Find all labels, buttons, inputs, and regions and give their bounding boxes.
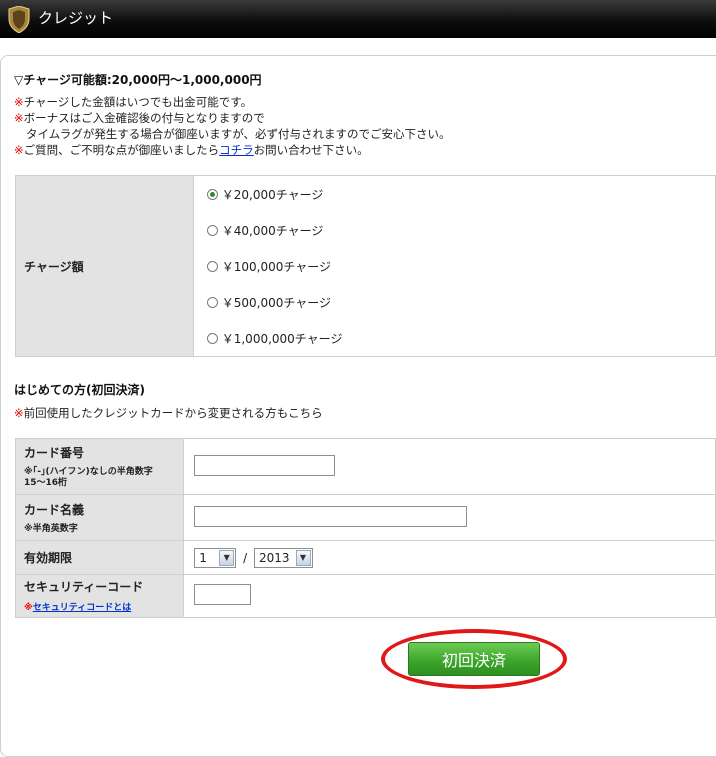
option-label: ￥20,000チャージ (221, 187, 324, 202)
card-number-hint: ※｢-｣(ハイフン)なしの半角数字 (24, 467, 153, 477)
charge-table: チャージ額 ￥20,000チャージ ￥40,000チャージ ￥100,000チャ… (15, 175, 716, 357)
first-payment-heading: はじめての方(初回決済) (14, 383, 145, 397)
card-name-label: カード名義 (24, 502, 85, 517)
charge-notes: ※チャージした金額はいつでも出金可能です。 ※ボーナスはご入金確認後の付与となり… (14, 94, 450, 158)
chevron-down-icon[interactable]: ▼ (219, 549, 235, 566)
radio-button[interactable] (206, 224, 218, 236)
radio-button[interactable] (206, 188, 218, 200)
radio-button[interactable] (206, 332, 218, 344)
shield-icon (8, 6, 30, 33)
option-label: ￥1,000,000チャージ (221, 331, 343, 346)
option-label: ￥500,000チャージ (221, 295, 331, 310)
chevron-down-icon[interactable]: ▼ (295, 549, 311, 566)
note-inquiry-end: お問い合わせ下さい。 (253, 143, 369, 157)
note-mark: ※ (14, 95, 24, 109)
note-inquiry-text: ご質問、ご不明な点が御座いましたら (23, 143, 220, 157)
expiry-cell: 1 ▼ / 2013 ▼ (183, 540, 716, 575)
card-name-cell (183, 494, 716, 541)
card-name-input[interactable] (194, 505, 468, 527)
card-number-cell (183, 438, 716, 495)
note-mark: ※ (24, 603, 33, 613)
card-number-label-cell: カード番号 ※｢-｣(ハイフン)なしの半角数字 15～16桁 (14, 438, 185, 495)
card-number-hint-digits: 15～16桁 (24, 478, 68, 488)
charge-option[interactable]: ￥1,000,000チャージ (194, 320, 715, 356)
security-label-cell: セキュリティーコード ※セキュリティコードとは (14, 574, 185, 618)
radio-button[interactable] (206, 296, 218, 308)
page-title: クレジット (38, 9, 114, 27)
option-label: ￥100,000チャージ (221, 259, 331, 274)
charge-option[interactable]: ￥100,000チャージ (194, 248, 715, 284)
card-form-table: カード番号 ※｢-｣(ハイフン)なしの半角数字 15～16桁 カード名義 ※半角… (14, 438, 716, 618)
expiry-year-select[interactable]: 2013 ▼ (253, 547, 313, 568)
note-mark: ※ (14, 143, 24, 157)
card-name-hint: ※半角英数字 (24, 523, 78, 534)
first-payment-submit-button[interactable]: 初回決済 (408, 642, 540, 676)
inquiry-link[interactable]: コチラ (219, 143, 254, 157)
option-label: ￥40,000チャージ (221, 223, 324, 238)
note-mark: ※ (14, 111, 24, 125)
expiry-separator: / (243, 550, 248, 565)
charge-option[interactable]: ￥500,000チャージ (194, 284, 715, 320)
charge-options: ￥20,000チャージ ￥40,000チャージ ￥100,000チャージ ￥50… (192, 175, 716, 357)
expiry-month-select[interactable]: 1 ▼ (194, 547, 237, 568)
charge-option[interactable]: ￥20,000チャージ (194, 176, 715, 212)
security-code-input[interactable] (194, 584, 252, 605)
first-payment-note: ※前回使用したクレジットカードから変更される方もこちら (14, 405, 323, 421)
charge-heading: ▽チャージ可能額:20,000円～1,000,000円 (14, 73, 262, 87)
note-withdraw: チャージした金額はいつでも出金可能です。 (23, 95, 253, 109)
security-code-label: セキュリティーコード (24, 580, 144, 594)
note-mark: ※ (14, 406, 24, 420)
expiry-label: 有効期限 (14, 540, 185, 575)
month-value: 1 (199, 550, 207, 565)
card-name-label-cell: カード名義 ※半角英数字 (14, 494, 185, 541)
card-number-label: カード番号 (24, 446, 85, 460)
year-value: 2013 (258, 550, 290, 565)
security-code-cell (183, 574, 716, 618)
note-bonus: ボーナスはご入金確認後の付与となりますので (23, 111, 265, 125)
change-card-note: 前回使用したクレジットカードから変更される方もこちら (23, 406, 323, 420)
charge-amount-label: チャージ額 (15, 175, 194, 357)
security-code-help-link[interactable]: セキュリティコードとは (33, 603, 131, 613)
header-bar: クレジット (0, 0, 716, 38)
note-timelag: タイムラグが発生する場合が御座いますが、必ず付与されますのでご安心下さい。 (26, 127, 451, 141)
charge-option[interactable]: ￥40,000チャージ (194, 212, 715, 248)
card-number-input[interactable] (194, 454, 336, 476)
radio-button[interactable] (206, 260, 218, 272)
